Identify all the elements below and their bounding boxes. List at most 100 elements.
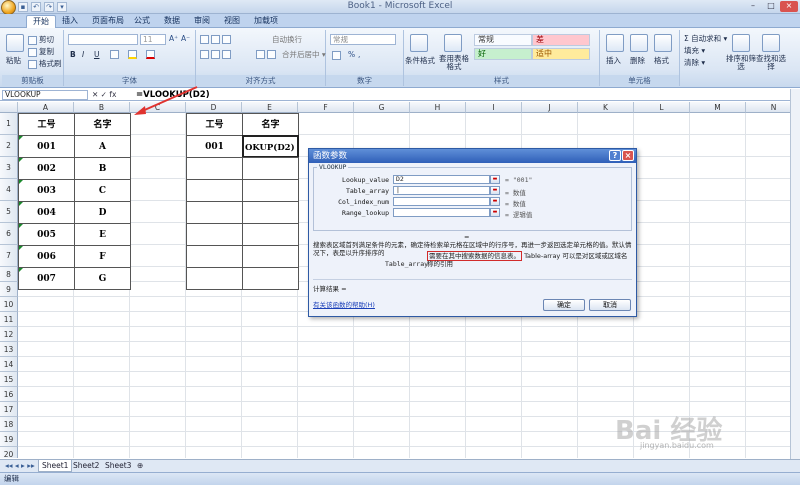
- style-normal[interactable]: 常规: [474, 34, 532, 46]
- grid-cell[interactable]: [18, 387, 74, 402]
- grid-cell[interactable]: [186, 447, 242, 458]
- paste-button[interactable]: 粘贴: [6, 55, 21, 66]
- grid-cell[interactable]: [354, 372, 410, 387]
- argument-input-col-index-num[interactable]: [393, 197, 490, 206]
- grid-cell[interactable]: [746, 135, 790, 157]
- name-cell[interactable]: F: [74, 245, 131, 268]
- tab-formulas[interactable]: 公式: [128, 15, 156, 28]
- grid-cell[interactable]: [466, 357, 522, 372]
- column-header[interactable]: G: [354, 102, 410, 113]
- grid-cell[interactable]: [186, 342, 242, 357]
- grid-cell[interactable]: [74, 372, 130, 387]
- grid-cell[interactable]: [466, 417, 522, 432]
- format-table-icon[interactable]: [444, 34, 462, 52]
- grid-cell[interactable]: [298, 357, 354, 372]
- grid-cell[interactable]: [186, 372, 242, 387]
- grid-cell[interactable]: [690, 157, 746, 179]
- grid-cell[interactable]: [130, 223, 186, 245]
- align-left-buttons[interactable]: [200, 49, 233, 59]
- maximize-button[interactable]: □: [762, 1, 780, 12]
- grid-cell[interactable]: [522, 447, 578, 458]
- clear-button[interactable]: 清除 ▾: [684, 57, 705, 68]
- grid-cell[interactable]: [74, 357, 130, 372]
- tab-data[interactable]: 数据: [158, 15, 186, 28]
- tab-home[interactable]: 开始: [26, 15, 56, 28]
- paste-icon[interactable]: [6, 34, 24, 52]
- grid-cell[interactable]: [18, 342, 74, 357]
- grid-cell[interactable]: [130, 267, 186, 282]
- argument-input-range-lookup[interactable]: [393, 208, 490, 217]
- grid-cell[interactable]: [354, 357, 410, 372]
- header-cell-name[interactable]: 名字: [74, 113, 131, 136]
- grid-cell[interactable]: [746, 417, 790, 432]
- grid-cell[interactable]: [746, 245, 790, 267]
- grid-cell[interactable]: [522, 342, 578, 357]
- name-cell[interactable]: G: [74, 267, 131, 290]
- grid-cell[interactable]: [466, 113, 522, 135]
- grid-cell[interactable]: [746, 157, 790, 179]
- grid-cell[interactable]: [410, 372, 466, 387]
- formula-buttons[interactable]: ✕ ✓ fx: [92, 90, 134, 100]
- column-header[interactable]: I: [466, 102, 522, 113]
- office-button[interactable]: [1, 0, 16, 15]
- row-header[interactable]: 2: [0, 135, 18, 157]
- grid-cell[interactable]: [130, 387, 186, 402]
- right-name-cell[interactable]: OKUP(D2): [242, 135, 299, 158]
- grid-cell[interactable]: [130, 297, 186, 312]
- grid-cell[interactable]: [634, 245, 690, 267]
- grid-cell[interactable]: [746, 223, 790, 245]
- format-cells-button[interactable]: 格式: [654, 55, 669, 66]
- grid-cell[interactable]: [466, 372, 522, 387]
- grid-cell[interactable]: [578, 113, 634, 135]
- percent-button[interactable]: %: [348, 50, 355, 59]
- grid-cell[interactable]: [410, 327, 466, 342]
- row-header[interactable]: 5: [0, 201, 18, 223]
- grid-cell[interactable]: [634, 342, 690, 357]
- grow-font-button[interactable]: A⁺: [169, 34, 178, 43]
- sheet-tab-3[interactable]: Sheet3: [102, 460, 134, 472]
- grid-cell[interactable]: [186, 432, 242, 447]
- grid-cell[interactable]: [410, 357, 466, 372]
- copy-button[interactable]: 复制: [28, 46, 54, 57]
- grid-cell[interactable]: [634, 327, 690, 342]
- grid-cell[interactable]: [242, 447, 298, 458]
- row-header[interactable]: 15: [0, 372, 18, 387]
- grid-cell[interactable]: [634, 372, 690, 387]
- font-size-combo[interactable]: 11: [140, 34, 166, 45]
- fill-button[interactable]: 填充 ▾: [684, 45, 705, 56]
- grid-cell[interactable]: [690, 223, 746, 245]
- grid-cell[interactable]: [242, 357, 298, 372]
- grid-cell[interactable]: [354, 402, 410, 417]
- grid-cell[interactable]: [634, 135, 690, 157]
- grid-cell[interactable]: [466, 432, 522, 447]
- id-cell[interactable]: 004: [18, 201, 75, 224]
- grid-cell[interactable]: [746, 372, 790, 387]
- row-header[interactable]: 12: [0, 327, 18, 342]
- column-header[interactable]: L: [634, 102, 690, 113]
- name-cell[interactable]: D: [74, 201, 131, 224]
- grid-cell[interactable]: [746, 312, 790, 327]
- grid-cell[interactable]: [466, 327, 522, 342]
- find-select-button[interactable]: 查找和选择: [756, 55, 786, 71]
- grid-cell[interactable]: [354, 417, 410, 432]
- sheet-tab-2[interactable]: Sheet2: [70, 460, 102, 472]
- grid-cell[interactable]: [18, 357, 74, 372]
- insert-sheet-icon[interactable]: ⊕: [134, 460, 146, 472]
- row-header[interactable]: 9: [0, 282, 18, 297]
- grid-cell[interactable]: [410, 342, 466, 357]
- grid-cell[interactable]: [354, 342, 410, 357]
- id-cell[interactable]: 005: [18, 223, 75, 246]
- grid-cell[interactable]: [298, 417, 354, 432]
- grid-cell[interactable]: [242, 432, 298, 447]
- find-select-icon[interactable]: [762, 34, 780, 52]
- right-header-cell-name[interactable]: 名字: [242, 113, 299, 136]
- name-cell[interactable]: E: [74, 223, 131, 246]
- tab-review[interactable]: 审阅: [188, 15, 216, 28]
- grid-cell[interactable]: [298, 342, 354, 357]
- grid-cell[interactable]: [634, 312, 690, 327]
- grid-cell[interactable]: [410, 417, 466, 432]
- row-header[interactable]: 17: [0, 402, 18, 417]
- grid-cell[interactable]: [242, 327, 298, 342]
- row-header[interactable]: 11: [0, 312, 18, 327]
- fill-color-button[interactable]: [128, 49, 139, 59]
